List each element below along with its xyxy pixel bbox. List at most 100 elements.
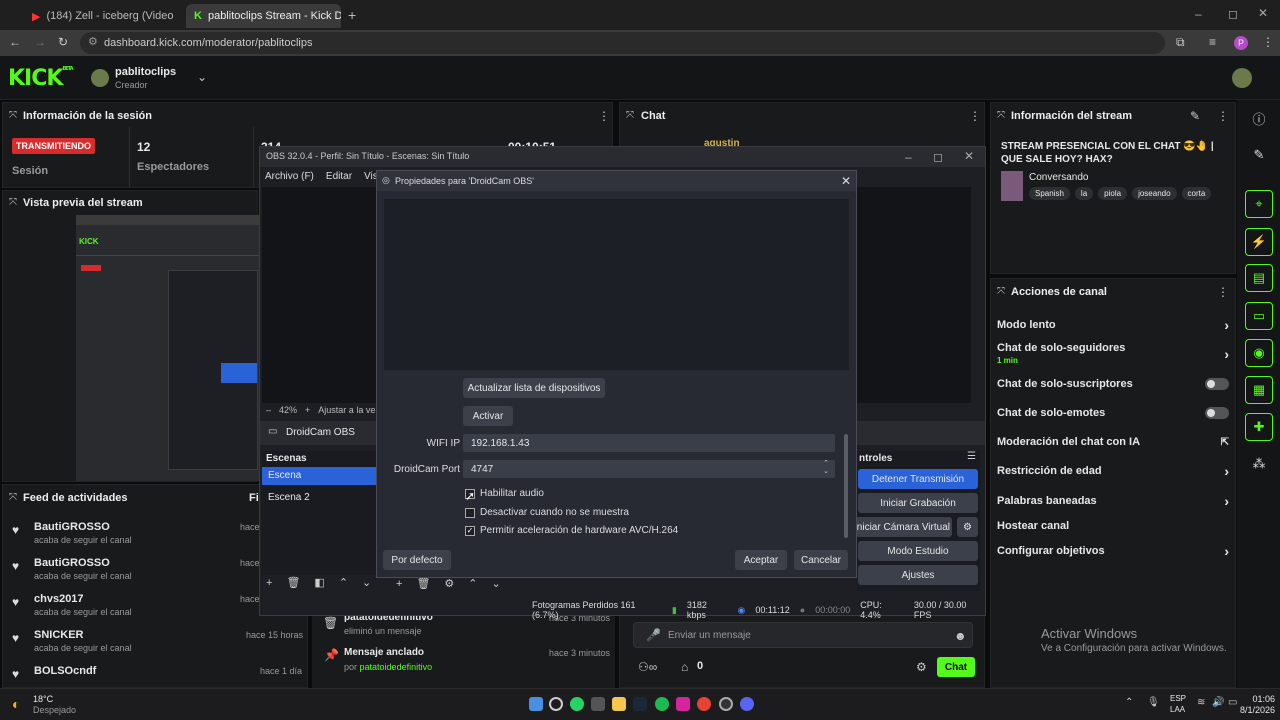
maximize-icon[interactable]: ◻ bbox=[1228, 7, 1238, 21]
trash-icon[interactable]: 🗑 bbox=[286, 576, 300, 589]
tag[interactable]: piola bbox=[1098, 187, 1128, 200]
feed-user[interactable]: SNICKER bbox=[34, 629, 84, 641]
arrow-up-icon[interactable]: ⌃ bbox=[468, 577, 477, 590]
forward-icon[interactable]: → bbox=[34, 35, 46, 49]
action-subs-only[interactable]: Chat de solo-suscriptores bbox=[997, 372, 1229, 396]
wrench-icon[interactable]: ✚ bbox=[1245, 413, 1273, 441]
edit-icon[interactable]: ✎ bbox=[1190, 109, 1200, 123]
feed-user[interactable]: BautiGROSSO bbox=[34, 521, 110, 533]
chat-input[interactable]: 🎤 Enviar un mensaje ☻ bbox=[633, 622, 973, 648]
fit-button[interactable]: Ajustar a la ve bbox=[318, 405, 375, 415]
minimize-icon[interactable]: – bbox=[905, 150, 912, 164]
arrow-down-icon[interactable]: ⌄ bbox=[362, 576, 371, 589]
panel-menu-icon[interactable]: ⋮ bbox=[1217, 285, 1229, 299]
address-bar[interactable]: ⚙ dashboard.kick.com/moderator/pablitocl… bbox=[80, 32, 1165, 54]
chrome-icon[interactable] bbox=[697, 697, 711, 711]
pencil-icon[interactable]: ✎ bbox=[1245, 141, 1273, 169]
scrollbar[interactable] bbox=[844, 434, 848, 538]
toggle-switch[interactable] bbox=[1205, 378, 1229, 390]
start-recording-button[interactable]: Iniciar Grabación bbox=[858, 493, 978, 513]
start-virtual-cam-button[interactable]: Iniciar Cámara Virtual bbox=[852, 517, 952, 537]
action-followers-only[interactable]: Chat de solo-seguidores 1 min › bbox=[997, 341, 1229, 367]
checkbox-enable-audio[interactable]: Habilitar audio bbox=[465, 488, 544, 499]
mic-tray-icon[interactable]: 🎙 bbox=[1147, 697, 1160, 708]
dock-menu-icon[interactable]: ☰ bbox=[967, 451, 976, 462]
mic-icon[interactable]: 🎤 bbox=[646, 628, 661, 642]
scene-item[interactable]: Escena bbox=[262, 467, 378, 485]
lang-indicator[interactable]: ESP bbox=[1170, 694, 1186, 703]
extensions-icon[interactable]: ⧉ bbox=[1176, 35, 1185, 50]
close-icon[interactable]: ✕ bbox=[1258, 6, 1268, 20]
category-thumbnail[interactable] bbox=[1001, 171, 1023, 201]
action-goals[interactable]: Configurar objetivos › bbox=[997, 539, 1229, 563]
scene-item[interactable]: Escena 2 bbox=[262, 489, 378, 507]
new-tab-icon[interactable]: + bbox=[348, 7, 356, 23]
file-explorer-icon[interactable] bbox=[612, 697, 626, 711]
weather-icon[interactable]: ◐ bbox=[12, 696, 20, 712]
reload-icon[interactable]: ↻ bbox=[58, 35, 68, 49]
action-age-restriction[interactable]: Restricción de edad › bbox=[997, 459, 1229, 483]
settings-gear-icon[interactable]: ⚙ bbox=[916, 660, 927, 674]
focus-icon[interactable]: ⌖ bbox=[1245, 190, 1273, 218]
feed-user[interactable]: BOLSOcndf bbox=[34, 665, 96, 677]
menu-edit[interactable]: Editar bbox=[326, 171, 352, 182]
chevron-down-icon[interactable]: ⌄ bbox=[197, 70, 207, 84]
toggle-switch[interactable] bbox=[1205, 407, 1229, 419]
close-icon[interactable]: ✕ bbox=[964, 149, 974, 163]
defaults-button[interactable]: Por defecto bbox=[383, 550, 451, 570]
virtual-cam-settings-icon[interactable]: ⚙ bbox=[957, 517, 978, 537]
start-menu-icon[interactable] bbox=[529, 697, 543, 711]
chat-bubble-icon[interactable]: ▭ bbox=[1245, 302, 1273, 330]
zoom-in-icon[interactable]: + bbox=[305, 405, 310, 415]
action-ai-moderation[interactable]: Moderación del chat con IA ⇱ bbox=[997, 430, 1229, 454]
ok-button[interactable]: Aceptar bbox=[735, 550, 787, 570]
feed-user[interactable]: chvs2017 bbox=[34, 593, 84, 605]
move-handle-icon[interactable]: ⤧ bbox=[997, 110, 1005, 121]
user-avatar[interactable] bbox=[1232, 68, 1252, 88]
store-icon[interactable]: ⌂ bbox=[681, 660, 688, 674]
filter-icon[interactable]: ◧ bbox=[314, 576, 324, 589]
back-icon[interactable]: ← bbox=[9, 35, 21, 49]
profile-avatar[interactable]: P bbox=[1234, 36, 1248, 50]
studio-mode-button[interactable]: Modo Estudio bbox=[858, 541, 978, 561]
browser-tab-youtube[interactable]: ▶ (184) Zell - iceberg (Video o bbox=[24, 4, 174, 28]
move-handle-icon[interactable]: ⤧ bbox=[9, 492, 17, 503]
send-chat-button[interactable]: Chat bbox=[937, 657, 975, 677]
layout-icon[interactable]: ▦ bbox=[1245, 376, 1273, 404]
tray-chevron-icon[interactable]: ⌃ bbox=[1125, 697, 1133, 708]
gear-icon[interactable]: ⚙ bbox=[444, 577, 454, 590]
emoji-icon[interactable]: ☻ bbox=[954, 629, 967, 643]
minimize-icon[interactable]: – bbox=[1195, 7, 1202, 21]
spotify-icon[interactable] bbox=[655, 697, 669, 711]
kick-logo[interactable]: KICKBETA bbox=[8, 66, 74, 91]
move-handle-icon[interactable]: ⤧ bbox=[626, 110, 634, 121]
feed-user[interactable]: BautiGROSSO bbox=[34, 557, 110, 569]
search-icon[interactable] bbox=[549, 697, 563, 711]
close-icon[interactable]: ✕ bbox=[841, 174, 851, 188]
obs-preview[interactable] bbox=[262, 187, 376, 403]
menu-file[interactable]: Archivo (F) bbox=[265, 171, 314, 182]
category-name[interactable]: Conversando bbox=[1029, 172, 1088, 183]
port-input[interactable]: 4747 ⌃ ⌄ bbox=[463, 460, 835, 478]
menu-kebab-icon[interactable]: ⋮ bbox=[1262, 35, 1274, 49]
browser-tab-kick[interactable]: K pablitoclips Stream - Kick Dash bbox=[186, 4, 341, 28]
media-icon[interactable]: ≡ bbox=[1209, 35, 1216, 49]
move-handle-icon[interactable]: ⤧ bbox=[9, 110, 17, 121]
users-icon[interactable]: ⚇∞ bbox=[638, 660, 657, 674]
steam-icon[interactable] bbox=[633, 697, 647, 711]
action-banned-words[interactable]: Palabras baneadas › bbox=[997, 489, 1229, 513]
tag[interactable]: la bbox=[1074, 187, 1094, 200]
apps-icon[interactable]: ⁂ bbox=[1245, 450, 1273, 478]
clipboard-icon[interactable]: ▤ bbox=[1245, 264, 1273, 292]
wifi-ip-input[interactable]: 192.168.1.43 bbox=[463, 434, 835, 452]
trash-icon[interactable]: 🗑 bbox=[416, 577, 430, 590]
arrow-down-icon[interactable]: ⌄ bbox=[492, 577, 501, 590]
channel-avatar[interactable] bbox=[91, 69, 109, 87]
activate-button[interactable]: Activar bbox=[463, 406, 513, 426]
wifi-icon[interactable]: ≋ bbox=[1197, 697, 1205, 708]
clock-time[interactable]: 01:06 bbox=[1235, 694, 1275, 704]
refresh-devices-button[interactable]: Actualizar lista de dispositivos bbox=[463, 378, 605, 398]
discord-icon[interactable] bbox=[740, 697, 754, 711]
panel-menu-icon[interactable]: ⋮ bbox=[598, 109, 610, 123]
task-view-icon[interactable] bbox=[591, 697, 605, 711]
